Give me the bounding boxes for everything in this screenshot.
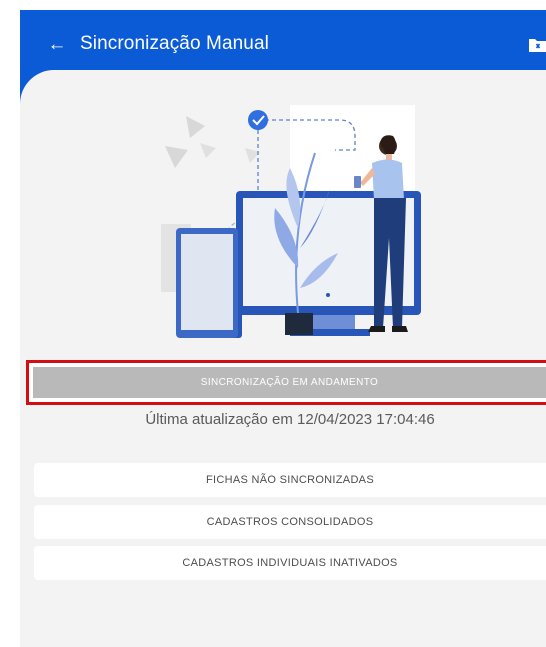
fichas-nao-sincronizadas-button[interactable]: FICHAS NÃO SINCRONIZADAS <box>34 463 546 497</box>
arrow-left-icon[interactable]: ← <box>42 32 72 58</box>
page-margin <box>0 0 20 647</box>
folder-close-icon[interactable] <box>527 33 546 55</box>
last-update-text: Última atualização em 12/04/2023 17:04:4… <box>145 411 435 428</box>
sync-status-button[interactable]: SINCRONIZAÇÃO EM ANDAMENTO <box>33 367 546 398</box>
page-title: Sincronização Manual <box>80 33 269 54</box>
sync-illustration <box>150 88 430 350</box>
cadastros-individuais-inativados-button[interactable]: CADASTROS INDIVIDUAIS INATIVADOS <box>34 546 546 580</box>
cadastros-consolidados-button[interactable]: CADASTROS CONSOLIDADOS <box>34 505 546 539</box>
